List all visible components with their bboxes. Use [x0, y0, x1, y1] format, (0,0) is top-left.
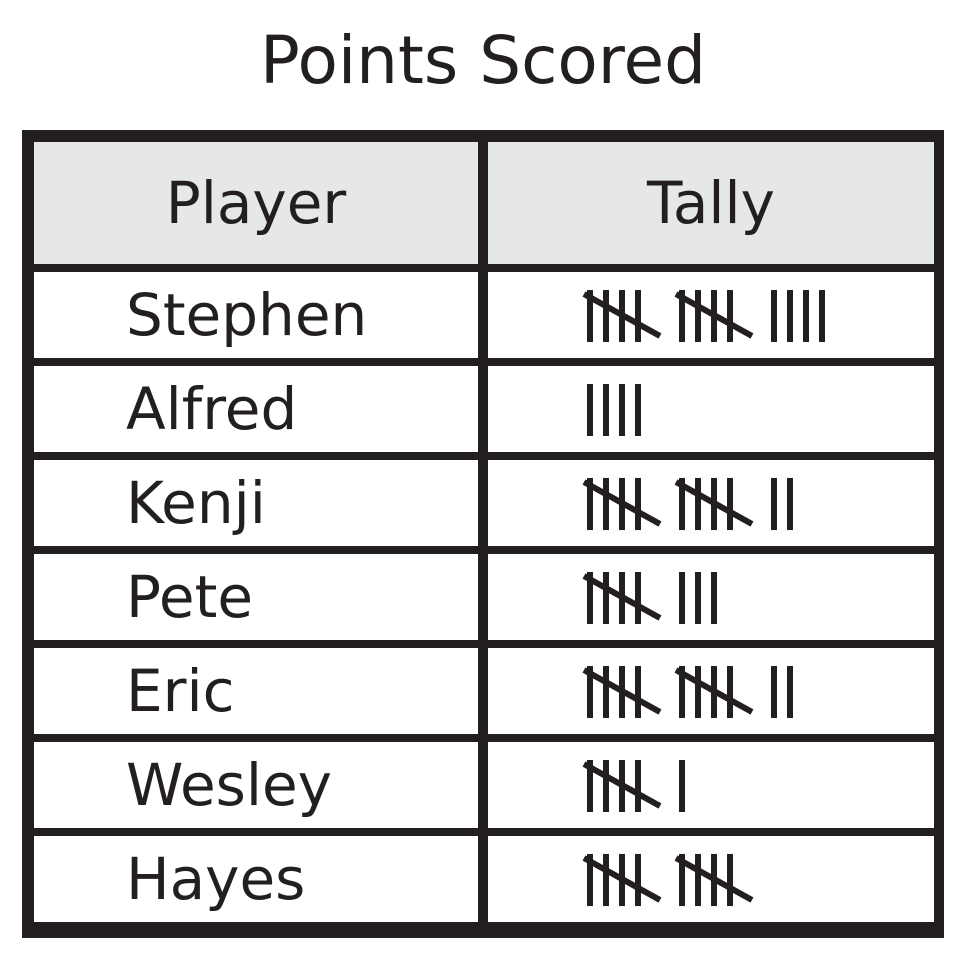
player-cell: Alfred	[34, 366, 478, 452]
tally-cell	[488, 554, 934, 640]
player-name: Stephen	[126, 281, 368, 349]
player-cell: Wesley	[34, 742, 478, 828]
player-cell: Stephen	[34, 272, 478, 358]
header-label: Player	[165, 169, 347, 237]
tally-table: Player Tally Stephen Alfred Kenji Pete Eric Wes…	[22, 130, 944, 938]
tally-cell	[488, 366, 934, 452]
tally-marks	[582, 854, 754, 906]
player-name: Alfred	[126, 375, 298, 443]
player-cell: Kenji	[34, 460, 478, 546]
header-cell: Tally	[488, 142, 934, 264]
tally-marks	[587, 384, 641, 436]
header-label: Tally	[647, 169, 775, 237]
chart-title: Points Scored	[260, 22, 706, 99]
tally-cell	[488, 272, 934, 358]
player-cell: Hayes	[34, 836, 478, 922]
header-cell: Player	[34, 142, 478, 264]
tally-cell	[488, 648, 934, 734]
player-cell: Eric	[34, 648, 478, 734]
tally-cell	[488, 742, 934, 828]
player-cell: Pete	[34, 554, 478, 640]
player-name: Wesley	[126, 751, 332, 819]
player-name: Pete	[126, 563, 254, 631]
tally-marks	[582, 666, 793, 718]
tally-marks	[582, 290, 825, 342]
tally-marks	[582, 572, 717, 624]
player-name: Kenji	[126, 469, 266, 537]
tally-cell	[488, 460, 934, 546]
player-name: Hayes	[126, 845, 306, 913]
tally-cell	[488, 836, 934, 922]
tally-marks	[582, 760, 685, 812]
player-name: Eric	[126, 657, 235, 725]
tally-marks	[582, 478, 793, 530]
